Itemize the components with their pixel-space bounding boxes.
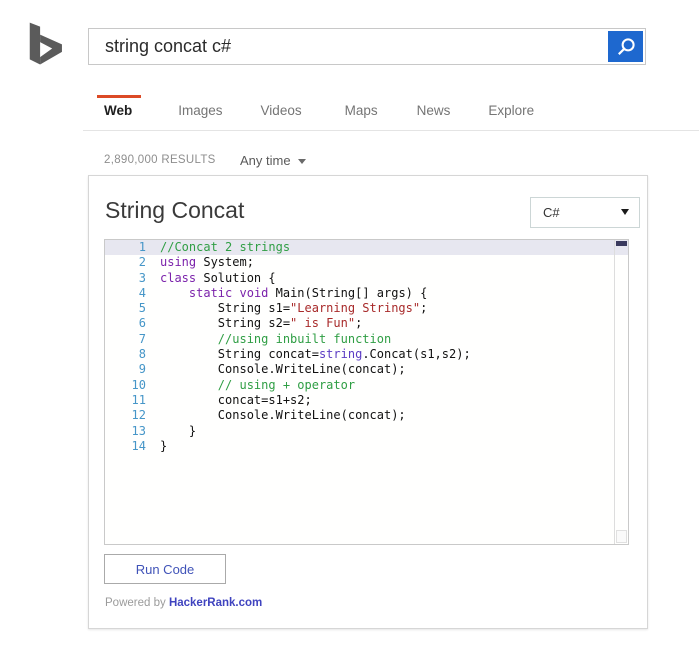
code-line: 8 String concat=string.Concat(s1,s2); <box>105 347 628 362</box>
line-number: 12 <box>131 408 146 423</box>
tab-images[interactable]: Images <box>178 103 222 118</box>
code-line: 7 //using inbuilt function <box>105 332 628 347</box>
code-line: 9 Console.WriteLine(concat); <box>105 362 628 377</box>
code-text: static void Main(String[] args) { <box>188 285 428 300</box>
code-text: } <box>160 423 197 438</box>
hackerrank-link[interactable]: HackerRank.com <box>169 597 262 609</box>
line-number: 14 <box>131 438 146 453</box>
time-filter-label: Any time <box>240 153 291 168</box>
scrollbar-thumb[interactable] <box>616 241 627 246</box>
code-line: 12 Console.WriteLine(concat); <box>105 408 628 423</box>
tab-web[interactable]: Web <box>97 95 141 118</box>
powered-by: Powered by HackerRank.com <box>105 597 262 609</box>
bing-logo-icon <box>29 22 62 65</box>
scrollbar-corner <box>616 530 627 543</box>
search-button[interactable] <box>608 31 643 62</box>
code-line: 13 } <box>105 424 628 439</box>
code-text: //Concat 2 strings <box>160 240 291 254</box>
code-text: // using + operator <box>217 377 356 392</box>
code-answer-card: String Concat C# 1 //Concat 2 strings 2 usi… <box>88 175 648 629</box>
search-input[interactable] <box>89 29 605 64</box>
code-line: 4 static void Main(String[] args) { <box>105 286 628 301</box>
line-number: 6 <box>138 316 146 331</box>
code-line: 2 using System; <box>105 255 628 270</box>
code-text: String concat=string.Concat(s1,s2); <box>160 347 471 362</box>
code-text: } <box>160 438 168 453</box>
run-code-button[interactable]: Run Code <box>104 554 226 584</box>
code-text: class Solution { <box>160 270 276 285</box>
time-filter-dropdown[interactable]: Any time <box>240 153 306 168</box>
language-select-value: C# <box>543 205 560 220</box>
search-icon <box>615 36 637 58</box>
search-box <box>88 28 646 65</box>
chevron-down-icon <box>297 159 306 164</box>
editor-scrollbar[interactable] <box>614 240 628 544</box>
code-text: Console.WriteLine(concat); <box>160 362 406 377</box>
code-lines: 1 //Concat 2 strings 2 using System; 3 class … <box>105 240 628 454</box>
code-text: concat=s1+s2; <box>160 392 312 407</box>
active-tab-indicator <box>97 95 141 98</box>
code-line: 10 // using + operator <box>105 378 628 393</box>
card-title: String Concat <box>105 197 245 223</box>
line-number: 8 <box>138 347 146 362</box>
code-editor[interactable]: 1 //Concat 2 strings 2 using System; 3 class … <box>104 239 629 545</box>
code-line: 11 concat=s1+s2; <box>105 393 628 408</box>
line-number: 9 <box>138 362 146 377</box>
code-line: 6 String s2=" is Fun"; <box>105 316 628 331</box>
line-number: 1 <box>138 240 146 254</box>
line-number: 2 <box>138 255 146 270</box>
line-number: 3 <box>138 270 146 285</box>
tabs-divider <box>83 130 699 131</box>
tab-explore[interactable]: Explore <box>488 103 534 118</box>
tabs: Web Images Videos Maps News Explore <box>97 95 534 118</box>
code-text: //using inbuilt function <box>217 331 392 346</box>
line-number: 4 <box>138 285 146 300</box>
select-arrow-icon <box>621 209 629 215</box>
code-line: 5 String s1="Learning Strings"; <box>105 301 628 316</box>
language-select[interactable]: C# <box>530 197 640 228</box>
line-number: 10 <box>131 377 146 392</box>
line-number: 5 <box>138 301 146 316</box>
code-text: Console.WriteLine(concat); <box>160 408 406 423</box>
results-count: 2,890,000 RESULTS <box>104 154 216 166</box>
code-text: using System; <box>160 255 254 270</box>
tab-maps[interactable]: Maps <box>345 103 378 118</box>
code-line: 1 //Concat 2 strings <box>105 240 628 256</box>
code-line: 3 class Solution { <box>105 271 628 286</box>
code-text: String s1="Learning Strings"; <box>160 301 428 316</box>
tab-videos[interactable]: Videos <box>261 103 302 118</box>
line-number: 13 <box>131 423 146 438</box>
bing-logo <box>28 22 66 68</box>
code-line: 14} <box>105 439 628 454</box>
line-number: 11 <box>131 392 146 407</box>
powered-by-label: Powered by <box>105 597 166 609</box>
tab-news[interactable]: News <box>417 103 451 118</box>
line-number: 7 <box>138 331 146 346</box>
code-text: String s2=" is Fun"; <box>160 316 363 331</box>
